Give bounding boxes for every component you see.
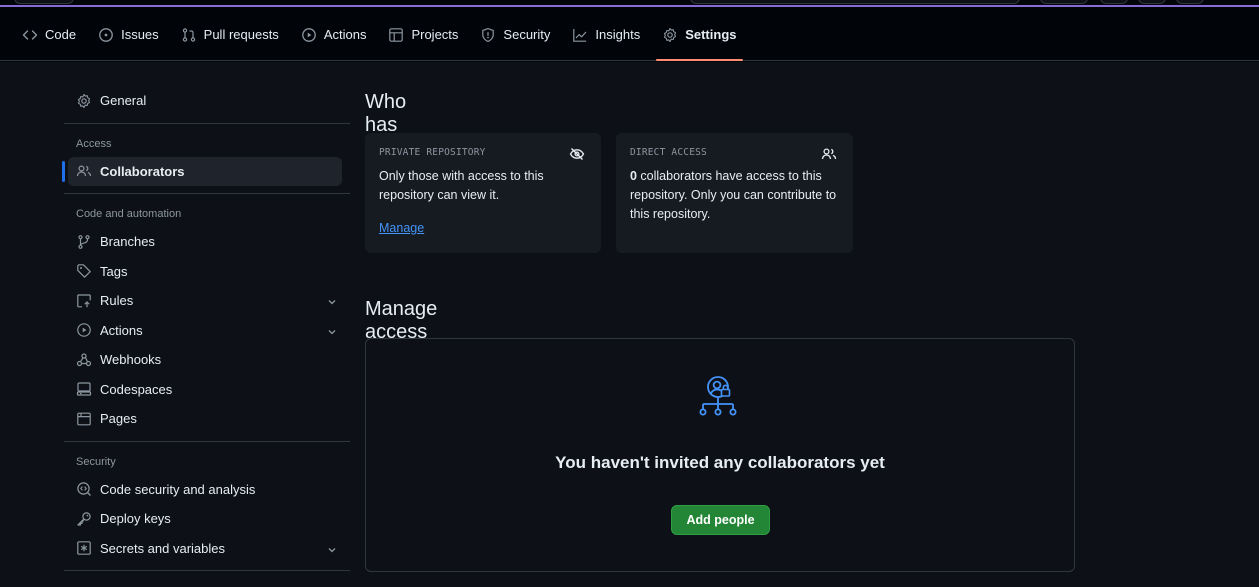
sidebar-item-rules[interactable]: Rules [62,286,350,316]
gear-icon [664,27,677,42]
tab-actions[interactable]: Actions [301,9,367,61]
sidebar-heading-security: Security [76,455,116,468]
tab-settings[interactable]: Settings [656,9,743,61]
direct-access-description: collaborators have access to this reposi… [630,169,837,221]
repository-nav: Code Issues Pull requests Actions Projec… [0,9,1259,61]
private-repository-text: Only those with access to this repositor… [379,169,544,202]
tab-label: Actions [323,27,367,42]
tab-label: Pull requests [203,27,279,42]
sidebar-item-label: Tags [100,263,128,279]
sidebar-item-label: Codespaces [100,381,173,397]
tab-pull-requests[interactable]: Pull requests [181,9,279,61]
sidebar-heading-code: Code and automation [76,208,182,220]
divider [64,193,350,194]
sidebar-item-code-security[interactable]: Code security and analysis [62,475,350,505]
collaborator-count: 0 [630,169,637,183]
sidebar-item-label: Branches [100,234,155,250]
divider [64,570,350,571]
tab-code[interactable]: Code [22,9,76,61]
sidebar-item-label: Webhooks [100,352,162,368]
sidebar-item-pages[interactable]: Pages [62,404,350,434]
tab-label: Insights [595,27,641,42]
sidebar-item-general[interactable]: General [62,86,350,116]
empty-state-title: You haven't invited any collaborators ye… [555,453,885,472]
shield-icon [482,27,495,42]
sidebar-item-codespaces[interactable]: Codespaces [62,375,350,405]
git-pull-request-icon [182,27,195,42]
tab-security[interactable]: Security [480,9,550,61]
issue-opened-icon [99,27,113,42]
sidebar-item-label: Code security and analysis [100,481,256,497]
tag-icon [77,264,91,279]
people-icon [821,148,837,160]
people-network-icon [699,376,737,416]
divider [64,122,350,124]
tab-label: Projects [411,27,459,42]
git-branch-icon [78,234,90,249]
sidebar-item-tags[interactable]: Tags [62,257,350,287]
divider [64,440,350,442]
key-icon [77,512,91,526]
sidebar-item-collaborators[interactable]: Collaborators [62,156,342,186]
codespaces-icon [76,382,92,396]
webhook-icon [76,353,92,366]
sidebar-item-label: Rules [100,293,134,309]
direct-access-text: 0 collaborators have access to this repo… [630,167,839,224]
sidebar-item-secrets[interactable]: Secrets and variables [62,534,350,564]
chevron-down-icon [328,547,336,552]
sidebar-item-label: General [100,93,147,109]
collaborators-empty-state: You haven't invited any collaborators ye… [365,338,1075,572]
tab-label: Settings [685,27,737,42]
sidebar-item-webhooks[interactable]: Webhooks [62,345,350,375]
sidebar-item-deploy-keys[interactable]: Deploy keys [62,504,350,534]
add-people-button[interactable]: Add people [671,505,770,535]
chevron-down-icon [328,329,336,334]
people-icon [76,165,92,177]
sidebar-item-label: Collaborators [100,163,185,179]
private-repository-card: PRIVATE REPOSITORY Only those with acces… [365,133,601,253]
code-icon [22,29,38,40]
card-caption: PRIVATE REPOSITORY [379,147,486,158]
tab-insights[interactable]: Insights [572,9,640,61]
sidebar-heading-access: Access [76,137,112,150]
settings-page: General Access Collaborators Code and au… [0,62,1259,587]
play-icon [77,323,91,338]
table-icon [389,27,404,42]
play-icon [301,27,316,42]
settings-sidebar: General Access Collaborators Code and au… [62,86,350,578]
tab-projects[interactable]: Projects [388,9,458,61]
tab-label: Security [503,27,551,42]
tab-label: Code [45,27,77,42]
sidebar-item-label: Deploy keys [100,511,171,527]
tab-issues[interactable]: Issues [98,9,159,61]
card-caption: DIRECT ACCESS [630,147,707,158]
sidebar-item-label: Secrets and variables [100,540,226,556]
tab-label: Issues [121,27,159,42]
graph-icon [573,28,587,42]
gear-icon [77,93,91,108]
manage-link[interactable]: Manage [379,221,424,235]
codescan-icon [77,482,91,497]
sidebar-item-label: Pages [100,411,137,427]
repo-push-icon [77,294,91,308]
chevron-down-icon [328,300,336,305]
eye-closed-icon [569,148,585,160]
browser-top-strip [0,0,1259,7]
key-asterisk-icon [77,541,91,556]
sidebar-item-branches[interactable]: Branches [62,227,350,257]
sidebar-item-label: Actions [100,322,143,338]
browser-icon [77,412,91,426]
sidebar-item-actions[interactable]: Actions [62,316,350,346]
direct-access-card: DIRECT ACCESS 0 collaborators have acces… [616,133,853,253]
